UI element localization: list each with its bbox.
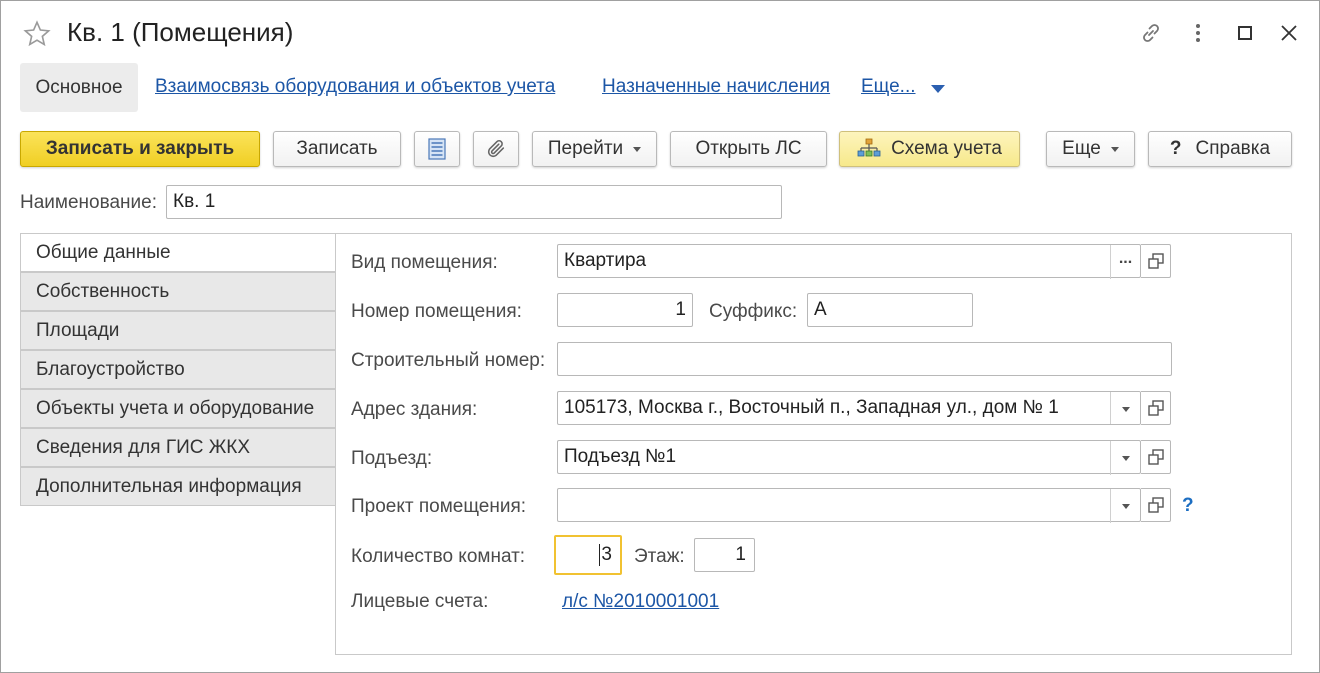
chevron-down-icon [633,146,642,152]
room-type-open-button[interactable] [1141,244,1171,278]
side-tab-accounting-objects[interactable]: Объекты учета и оборудование [20,389,336,428]
project-open-button[interactable] [1141,488,1171,522]
build-number-label: Строительный номер: [351,350,546,371]
side-tab-amenities[interactable]: Благоустройство [20,350,336,389]
open-window-icon [1147,449,1164,465]
window-title: Кв. 1 (Помещения) [67,17,294,47]
favorite-star-icon[interactable] [23,20,51,48]
rooms-count-input[interactable]: 3 [554,535,622,575]
nav-tab-main[interactable]: Основное [20,63,138,112]
attach-button[interactable] [473,131,519,167]
address-open-button[interactable] [1141,391,1171,425]
nav-more-arrow-icon[interactable] [931,85,945,93]
address-dropdown-button[interactable] [1110,392,1140,424]
project-help-icon[interactable]: ? [1182,495,1194,517]
room-form-window: Кв. 1 (Помещения) Основное Взаимосвязь о… [0,0,1320,673]
room-type-field[interactable]: Квартира ... [557,244,1141,279]
open-window-icon [1147,400,1164,416]
address-label: Адрес здания: [351,399,478,420]
side-tab-gis-info[interactable]: Сведения для ГИС ЖКХ [20,428,336,467]
save-button[interactable]: Записать [273,131,401,167]
rooms-count-label: Количество комнат: [351,546,526,567]
text-cursor [599,544,601,566]
entrance-open-button[interactable] [1141,440,1171,474]
entrance-dropdown-button[interactable] [1110,441,1140,475]
nav-link-equipment-relations[interactable]: Взаимосвязь оборудования и объектов учет… [155,76,555,98]
address-field[interactable]: 105173, Москва г., Восточный п., Западна… [557,391,1141,425]
side-tab-ownership[interactable]: Собственность [20,272,336,311]
chevron-down-icon [1121,406,1130,412]
open-personal-account-button[interactable]: Открыть ЛС [670,131,827,167]
list-button[interactable] [414,131,460,167]
question-icon: ? [1169,138,1182,159]
side-tab-additional-info[interactable]: Дополнительная информация [20,467,336,506]
maximize-icon[interactable] [1233,21,1257,45]
save-and-close-button[interactable]: Записать и закрыть [20,131,260,167]
project-field[interactable] [557,488,1141,523]
paperclip-icon [487,140,505,158]
link-icon[interactable] [1139,21,1163,45]
name-input[interactable]: Кв. 1 [166,185,782,219]
chevron-down-icon [1121,455,1130,461]
project-dropdown-button[interactable] [1110,489,1140,523]
more-actions-icon[interactable] [1186,21,1210,45]
room-type-label: Вид помещения: [351,252,498,273]
hierarchy-icon [857,138,881,157]
more-dropdown-button[interactable]: Еще [1046,131,1135,167]
room-number-input[interactable]: 1 [557,293,693,327]
side-tab-areas[interactable]: Площади [20,311,336,350]
room-number-label: Номер помещения: [351,301,522,322]
floor-label: Этаж: [634,546,685,567]
help-button[interactable]: ? Справка [1148,131,1292,167]
build-number-input[interactable] [557,342,1172,376]
entrance-label: Подъезд: [351,448,433,469]
nav-link-assigned-charges[interactable]: Назначенные начисления [602,76,830,98]
goto-dropdown-button[interactable]: Перейти [532,131,657,167]
suffix-label: Суффикс: [709,301,798,322]
entrance-field[interactable]: Подъезд №1 [557,440,1141,475]
floor-input[interactable]: 1 [694,538,755,572]
open-window-icon [1147,253,1164,269]
list-icon [428,138,446,160]
name-label: Наименование: [20,192,157,213]
accounting-scheme-button[interactable]: Схема учета [839,131,1020,167]
select-ellipsis-button[interactable]: ... [1110,245,1140,279]
project-label: Проект помещения: [351,496,527,517]
chevron-down-icon [1110,146,1119,152]
nav-link-more[interactable]: Еще... [861,76,916,98]
suffix-input[interactable]: А [807,293,973,327]
chevron-down-icon [1121,503,1130,509]
open-window-icon [1147,497,1164,513]
accounts-label: Лицевые счета: [351,591,489,612]
close-icon[interactable] [1277,21,1301,45]
personal-account-link[interactable]: л/с №2010001001 [562,591,719,613]
side-tab-general[interactable]: Общие данные [20,233,337,272]
